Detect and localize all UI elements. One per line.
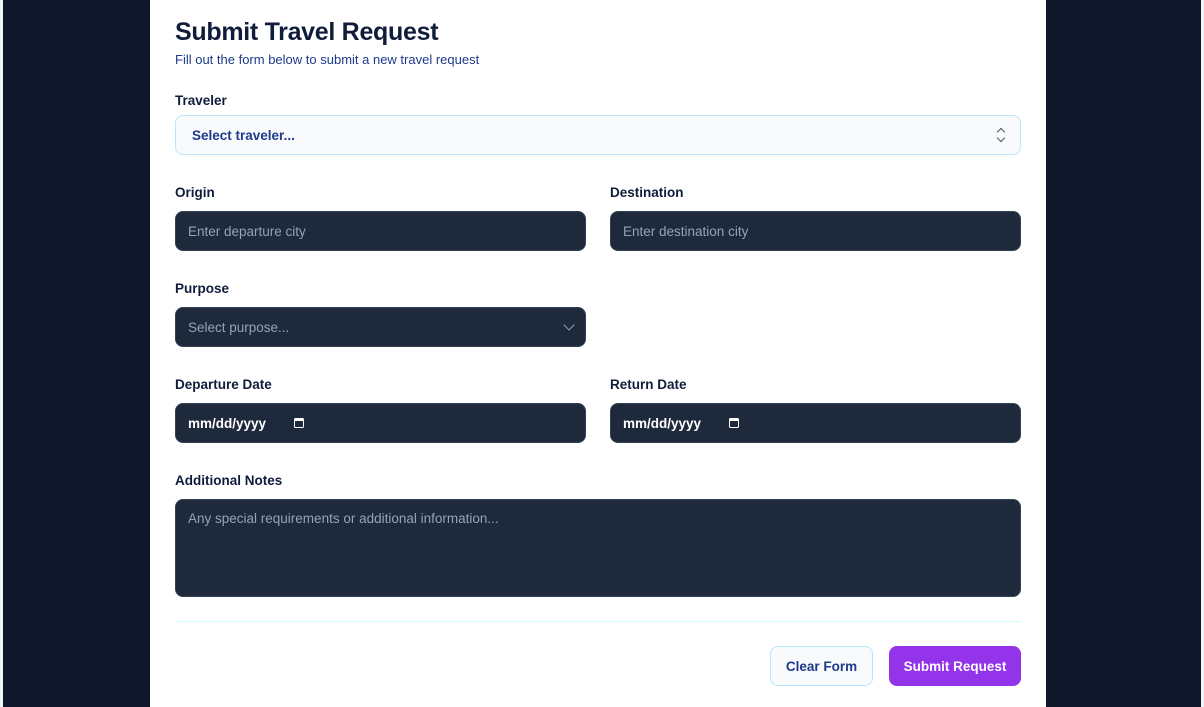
updown-chevron-icon <box>996 127 1006 143</box>
left-edge <box>0 0 3 707</box>
departure-date-input[interactable]: mm/dd/yyyy <box>175 403 586 443</box>
chevron-down-icon <box>563 319 575 331</box>
return-date-value: mm/dd/yyyy <box>623 415 702 431</box>
calendar-icon[interactable] <box>294 418 304 428</box>
submit-request-button[interactable]: Submit Request <box>889 646 1021 686</box>
notes-placeholder: Any special requirements or additional i… <box>188 511 499 526</box>
destination-label: Destination <box>610 185 684 200</box>
traveler-select[interactable]: Select traveler... <box>175 115 1021 155</box>
travel-request-card: Submit Travel Request Fill out the form … <box>150 0 1046 707</box>
origin-label: Origin <box>175 185 215 200</box>
clear-form-button[interactable]: Clear Form <box>770 646 873 686</box>
destination-placeholder: Enter destination city <box>623 223 749 239</box>
traveler-select-value: Select traveler... <box>192 127 295 143</box>
calendar-icon[interactable] <box>729 418 739 428</box>
return-date-input[interactable]: mm/dd/yyyy <box>610 403 1021 443</box>
origin-placeholder: Enter departure city <box>188 223 306 239</box>
page-title: Submit Travel Request <box>175 18 439 46</box>
notes-textarea[interactable]: Any special requirements or additional i… <box>175 499 1021 597</box>
origin-input[interactable]: Enter departure city <box>175 211 586 251</box>
page: Submit Travel Request Fill out the form … <box>0 0 1204 707</box>
form-divider <box>175 621 1021 622</box>
purpose-label: Purpose <box>175 281 230 296</box>
destination-input[interactable]: Enter destination city <box>610 211 1021 251</box>
return-date-label: Return Date <box>610 377 687 392</box>
page-subtitle: Fill out the form below to submit a new … <box>175 52 480 67</box>
purpose-select-value: Select purpose... <box>188 319 290 335</box>
departure-date-value: mm/dd/yyyy <box>188 415 267 431</box>
departure-date-label: Departure Date <box>175 377 272 392</box>
traveler-label: Traveler <box>175 93 227 108</box>
notes-label: Additional Notes <box>175 473 283 488</box>
purpose-select[interactable]: Select purpose... <box>175 307 586 347</box>
